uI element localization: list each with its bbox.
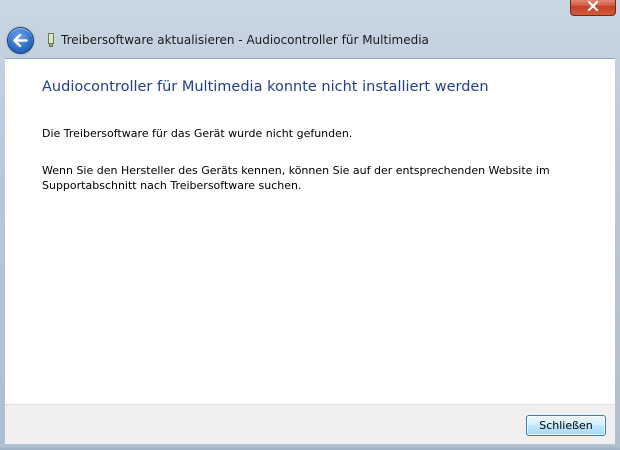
footer-bar: Schließen (5, 404, 615, 445)
close-dialog-button[interactable]: Schließen (526, 415, 606, 436)
back-arrow-icon (13, 33, 28, 47)
back-button[interactable] (7, 26, 34, 54)
header-bar: Treibersoftware aktualisieren - Audiocon… (0, 22, 620, 58)
message-not-found: Die Treibersoftware für das Gerät wurde … (42, 127, 353, 140)
content-area: Audiocontroller für Multimedia konnte ni… (5, 58, 615, 405)
window-title: Treibersoftware aktualisieren - Audiocon… (61, 33, 429, 47)
device-icon (47, 33, 55, 47)
message-manufacturer-hint: Wenn Sie den Hersteller des Geräts kenne… (42, 164, 550, 192)
close-icon (587, 1, 599, 11)
window-bottom-edge (0, 444, 620, 450)
main-heading: Audiocontroller für Multimedia konnte ni… (42, 79, 489, 95)
dialog-window: Treibersoftware aktualisieren - Audiocon… (0, 0, 620, 450)
window-close-button[interactable] (570, 0, 616, 16)
